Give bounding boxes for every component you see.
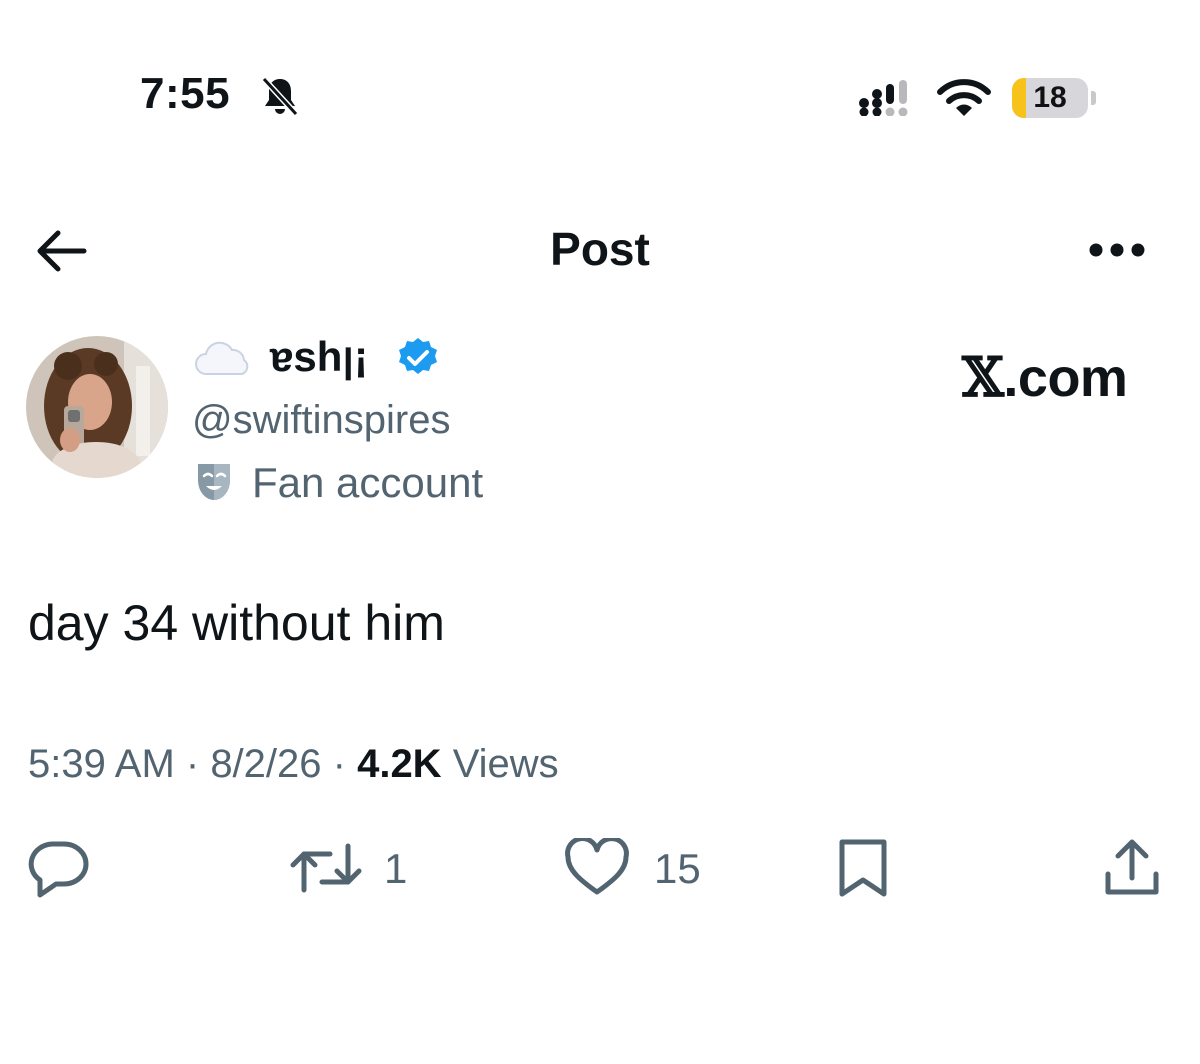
- like-count: 15: [654, 845, 701, 892]
- x-logo-icon: 𝕏: [962, 345, 1004, 409]
- wifi-icon: [937, 79, 991, 116]
- x-com-watermark: 𝕏.com: [962, 348, 1128, 408]
- status-time: 7:55: [140, 69, 231, 118]
- watermark-domain: .com: [1003, 348, 1128, 408]
- more-horizontal-icon[interactable]: [1088, 240, 1146, 260]
- reply-icon[interactable]: [26, 838, 90, 898]
- post-time[interactable]: 5:39 AM: [28, 742, 175, 786]
- page-title: Post: [550, 223, 650, 275]
- views-count: 4.2K: [357, 742, 442, 786]
- account-label: Fan account: [252, 459, 484, 506]
- battery-icon: 18: [1012, 78, 1100, 120]
- battery-level-text: 18: [1033, 81, 1067, 114]
- bell-slash-icon: [261, 76, 299, 117]
- bookmark-icon[interactable]: [836, 838, 890, 898]
- avatar-photo[interactable]: [26, 336, 168, 478]
- display-name[interactable]: ɐshꞁ¡: [270, 333, 368, 380]
- post-date[interactable]: 8/2/26: [210, 742, 321, 786]
- post-text: day 34 without him: [28, 595, 445, 651]
- meta-separator: ·: [174, 742, 211, 786]
- handle[interactable]: @swiftinspires: [192, 398, 450, 442]
- repost-icon[interactable]: [290, 838, 362, 898]
- theater-mask-icon: [198, 464, 230, 500]
- post-meta: 5:39 AM · 8/2/26 · 4.2K Views: [28, 742, 559, 786]
- cellular-signal-icon: [859, 80, 908, 116]
- heart-icon[interactable]: [564, 838, 630, 898]
- cloud-emoji-icon: [195, 341, 249, 375]
- repost-count: 1: [384, 845, 408, 892]
- meta-separator: ·: [321, 742, 358, 786]
- views-label: Views: [441, 742, 559, 786]
- verified-badge-icon: [399, 338, 437, 374]
- share-icon[interactable]: [1100, 838, 1164, 898]
